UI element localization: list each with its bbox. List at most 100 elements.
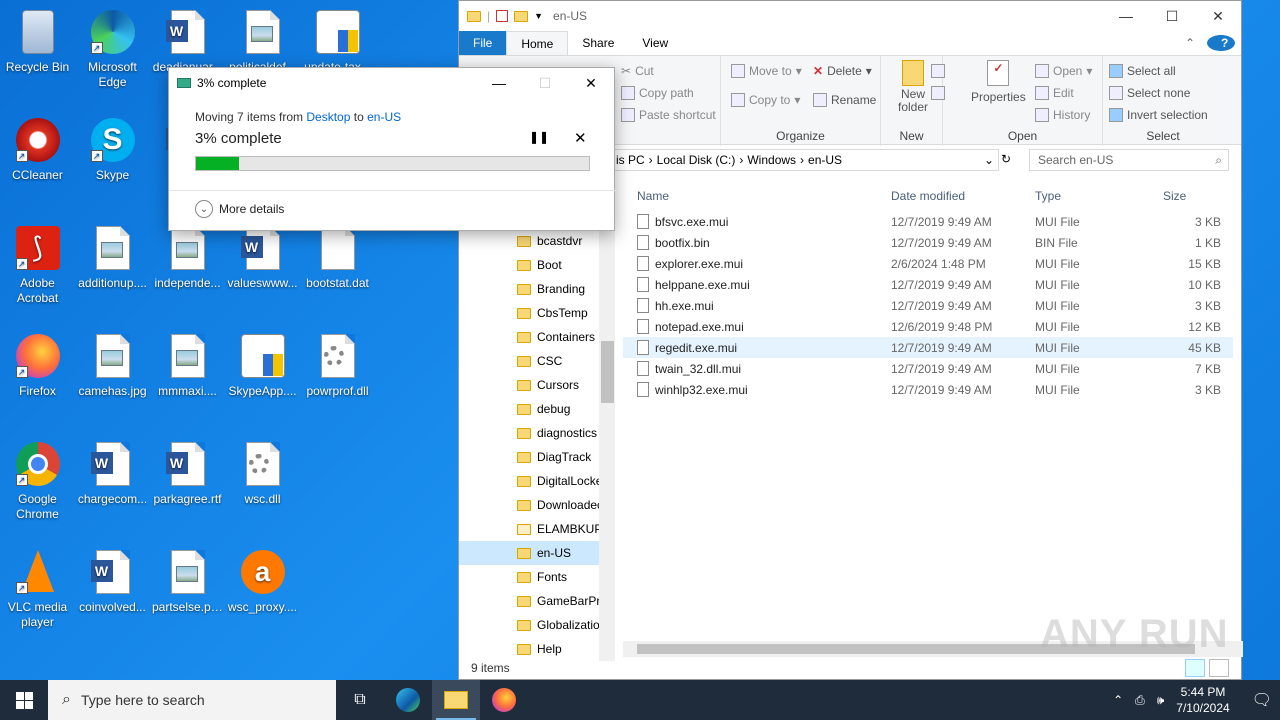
nav-scroll-thumb[interactable]: [601, 341, 614, 403]
nav-item-folder[interactable]: Cursors: [459, 373, 615, 397]
nav-scrollbar[interactable]: [599, 229, 615, 661]
desktop-icon[interactable]: Wvalueswww...: [225, 224, 300, 291]
copy-to-button[interactable]: Copy to ▾: [731, 93, 800, 107]
file-row[interactable]: notepad.exe.mui 12/6/2019 9:48 PM MUI File…: [623, 316, 1233, 337]
nav-item-folder[interactable]: Branding: [459, 277, 615, 301]
breadcrumb-windows[interactable]: Windows: [747, 153, 796, 167]
desktop-icon[interactable]: politicaldef...: [225, 8, 300, 75]
nav-item-folder[interactable]: Downloadec: [459, 493, 615, 517]
more-details-button[interactable]: ⌄ More details: [195, 200, 284, 218]
breadcrumb-this-pc[interactable]: is PC: [616, 153, 645, 167]
desktop-icon[interactable]: a wsc_proxy....: [225, 548, 300, 615]
desktop-icon[interactable]: mmmaxi....: [150, 332, 225, 399]
maximize-button[interactable]: ☐: [1149, 1, 1195, 31]
task-view-button[interactable]: ⧉: [336, 680, 384, 720]
address-dropdown-icon[interactable]: ⌄: [984, 153, 998, 167]
large-icons-view-icon[interactable]: [1209, 659, 1229, 677]
invert-selection-button[interactable]: Invert selection: [1109, 108, 1208, 122]
select-all-button[interactable]: Select all: [1109, 64, 1176, 78]
cut-button[interactable]: ✂ Cut: [621, 64, 654, 78]
col-size[interactable]: Size: [1151, 189, 1233, 203]
nav-item-folder[interactable]: DiagTrack: [459, 445, 615, 469]
desktop-icon[interactable]: partselse.png: [150, 548, 225, 615]
taskbar-firefox-button[interactable]: [480, 680, 528, 720]
destination-link[interactable]: en-US: [367, 110, 401, 124]
breadcrumb-local-disk[interactable]: Local Disk (C:): [657, 153, 736, 167]
desktop-icon[interactable]: ↗ Google Chrome: [0, 440, 75, 522]
start-button[interactable]: [0, 680, 48, 720]
dialog-close-button[interactable]: ✕: [568, 68, 614, 98]
select-none-button[interactable]: Select none: [1109, 86, 1190, 100]
desktop-icon[interactable]: powrprof.dll: [300, 332, 375, 399]
notification-icon[interactable]: 🗨: [1242, 690, 1272, 710]
nav-item-folder[interactable]: DigitalLocke: [459, 469, 615, 493]
file-row[interactable]: winhlp32.exe.mui 12/7/2019 9:49 AM MUI Fil…: [623, 379, 1233, 400]
desktop-icon[interactable]: SkypeApp....: [225, 332, 300, 399]
tab-share[interactable]: Share: [568, 31, 628, 55]
desktop-icon[interactable]: ↗ Firefox: [0, 332, 75, 399]
desktop-icon[interactable]: Wdeadianuar...: [150, 8, 225, 75]
taskbar-search[interactable]: ⌕ Type here to search: [48, 680, 336, 720]
desktop-icon[interactable]: Recycle Bin: [0, 8, 75, 75]
address-bar[interactable]: is PC › Local Disk (C:) › Windows › en-US ⌄: [609, 149, 999, 171]
network-icon[interactable]: ⎙: [1135, 693, 1145, 708]
file-row[interactable]: bfsvc.exe.mui 12/7/2019 9:49 AM MUI File 3 …: [623, 211, 1233, 232]
paste-shortcut-button[interactable]: Paste shortcut: [621, 108, 716, 122]
nav-item-folder[interactable]: Help: [459, 637, 615, 661]
copy-path-button[interactable]: Copy path: [621, 86, 694, 100]
file-row[interactable]: regedit.exe.mui 12/7/2019 9:49 AM MUI File…: [623, 337, 1233, 358]
tab-file[interactable]: File: [459, 31, 507, 55]
nav-item-folder[interactable]: debug: [459, 397, 615, 421]
nav-item-folder[interactable]: en-US: [459, 541, 615, 565]
properties-check-icon[interactable]: [496, 10, 509, 22]
file-row[interactable]: bootfix.bin 12/7/2019 9:49 AM BIN File 1 KB: [623, 232, 1233, 253]
search-input[interactable]: Search en-US ⌕: [1029, 149, 1229, 171]
delete-button[interactable]: ✕ Delete ▾: [813, 64, 872, 78]
desktop-icon[interactable]: update-tax...: [300, 8, 375, 75]
file-row[interactable]: helppane.exe.mui 12/7/2019 9:49 AM MUI Fil…: [623, 274, 1233, 295]
desktop-icon[interactable]: Wchargecom...: [75, 440, 150, 507]
taskbar-explorer-button[interactable]: [432, 680, 480, 720]
nav-item-folder[interactable]: Containers: [459, 325, 615, 349]
qat-dropdown-icon[interactable]: ▼: [534, 11, 543, 21]
new-folder-quick-icon[interactable]: [514, 10, 529, 22]
dialog-maximize-button[interactable]: ☐: [522, 68, 568, 98]
file-row[interactable]: hh.exe.mui 12/7/2019 9:49 AM MUI File 3 KB: [623, 295, 1233, 316]
properties-button[interactable]: ✓ Properties: [971, 60, 1026, 104]
nav-item-folder[interactable]: Boot: [459, 253, 615, 277]
file-row[interactable]: explorer.exe.mui 2/6/2024 1:48 PM MUI File…: [623, 253, 1233, 274]
rename-button[interactable]: Rename: [813, 93, 876, 107]
tab-view[interactable]: View: [628, 31, 682, 55]
minimize-button[interactable]: —: [1103, 1, 1149, 31]
desktop-icon[interactable]: wsc.dll: [225, 440, 300, 507]
cancel-copy-button[interactable]: ✕: [574, 129, 587, 147]
nav-item-folder[interactable]: diagnostics: [459, 421, 615, 445]
refresh-icon[interactable]: ↻: [1001, 152, 1011, 166]
nav-item-folder[interactable]: GameBarPre: [459, 589, 615, 613]
source-link[interactable]: Desktop: [306, 110, 350, 124]
nav-item-folder[interactable]: Globalizatio: [459, 613, 615, 637]
open-button[interactable]: Open ▾: [1035, 64, 1092, 78]
desktop-icon[interactable]: S ↗ Skype: [75, 116, 150, 183]
edit-button[interactable]: Edit: [1035, 86, 1074, 100]
nav-item-folder[interactable]: bcastdvr: [459, 229, 615, 253]
dialog-minimize-button[interactable]: —: [476, 68, 522, 98]
nav-item-folder[interactable]: CSC: [459, 349, 615, 373]
pause-button[interactable]: ❚❚: [529, 130, 549, 144]
desktop-icon[interactable]: ↗ CCleaner: [0, 116, 75, 183]
details-view-icon[interactable]: [1185, 659, 1205, 677]
clock[interactable]: 5:44 PM 7/10/2024: [1176, 684, 1229, 716]
desktop-icon[interactable]: bootstat.dat: [300, 224, 375, 291]
nav-item-folder[interactable]: ELAMBKUP: [459, 517, 615, 541]
desktop-icon[interactable]: ↗ Microsoft Edge: [75, 8, 150, 90]
tab-home[interactable]: Home: [506, 31, 569, 55]
desktop-icon[interactable]: Wcoinvolved...: [75, 548, 150, 615]
desktop-icon[interactable]: additionup....: [75, 224, 150, 291]
close-button[interactable]: ✕: [1195, 1, 1241, 31]
move-to-button[interactable]: Move to ▾: [731, 64, 802, 78]
col-type[interactable]: Type: [1035, 189, 1151, 203]
desktop-icon[interactable]: ⟆ ↗ Adobe Acrobat: [0, 224, 75, 306]
speaker-icon[interactable]: 🕪: [1157, 693, 1165, 708]
file-row[interactable]: twain_32.dll.mui 12/7/2019 9:49 AM MUI Fil…: [623, 358, 1233, 379]
help-icon[interactable]: ?: [1201, 31, 1241, 55]
